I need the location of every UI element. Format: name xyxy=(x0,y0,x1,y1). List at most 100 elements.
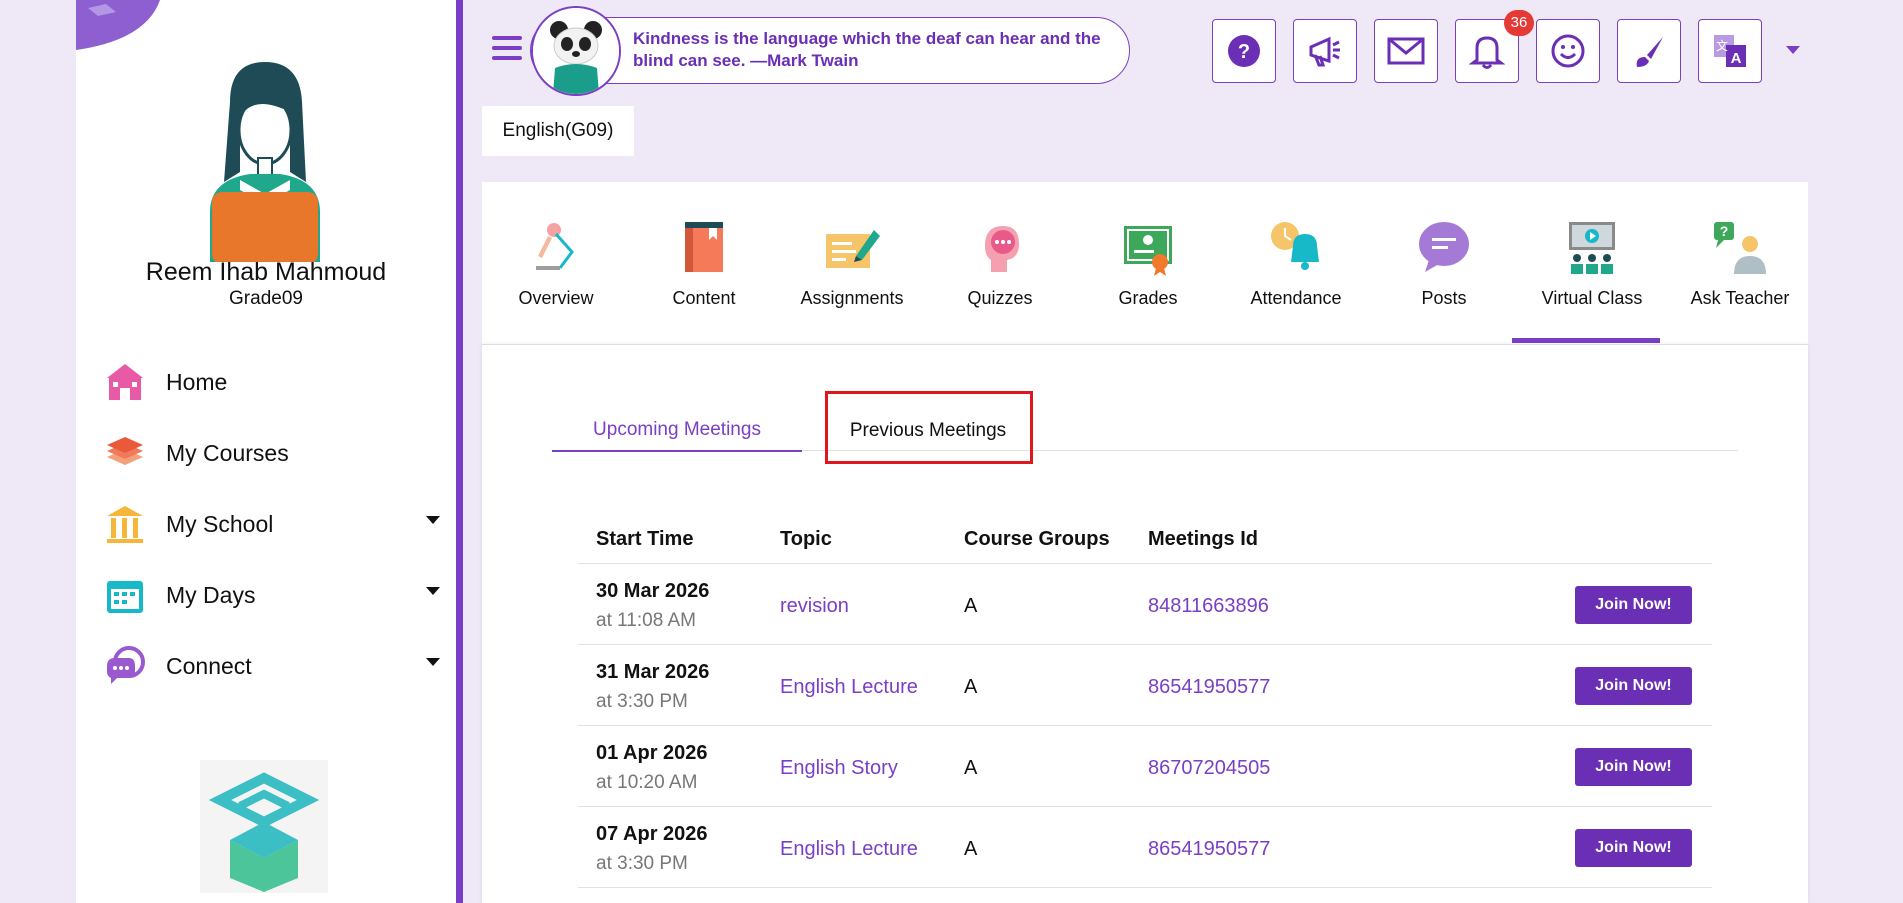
meeting-topic-link[interactable]: English Lecture xyxy=(780,838,918,861)
svg-text:?: ? xyxy=(1238,41,1250,63)
chevron-down-icon xyxy=(426,587,440,595)
sidebar-item-connect[interactable]: Connect xyxy=(100,639,440,693)
brush-icon xyxy=(1636,37,1663,67)
menu-toggle-button[interactable] xyxy=(492,36,522,62)
meeting-date: 31 Mar 2026 xyxy=(596,661,710,683)
translate-icon: A文 xyxy=(1714,35,1746,67)
tab-grades[interactable]: Grades xyxy=(1074,182,1222,344)
join-now-button[interactable]: Join Now! xyxy=(1575,667,1692,705)
virtual-class-icon xyxy=(1560,218,1624,278)
meeting-time: at 3:30 PM xyxy=(596,691,688,712)
meeting-topic-link[interactable]: English Story xyxy=(780,757,898,780)
overview-icon xyxy=(524,218,588,278)
tab-virtual-class[interactable]: Virtual Class xyxy=(1518,182,1666,344)
announcement-icon xyxy=(1309,36,1340,67)
tab-assignments[interactable]: Assignments xyxy=(778,182,926,344)
panda-mascot-icon xyxy=(531,6,621,96)
meeting-group: A xyxy=(964,757,978,779)
tab-overview[interactable]: Overview xyxy=(482,182,630,344)
course-selector[interactable]: English(G09) xyxy=(482,106,634,156)
tab-attendance[interactable]: Attendance xyxy=(1222,182,1370,344)
hamburger-icon xyxy=(492,36,522,40)
language-button[interactable]: A文 xyxy=(1698,19,1762,83)
column-header-meetings-id: Meetings Id xyxy=(1148,528,1259,550)
svg-text:?: ? xyxy=(1720,223,1729,239)
column-header-course-groups: Course Groups xyxy=(964,528,1110,550)
sidebar-item-my-school[interactable]: My School xyxy=(100,497,440,551)
notification-count-badge: 36 xyxy=(1504,10,1534,36)
meeting-id-link[interactable]: 86541950577 xyxy=(1148,676,1270,699)
sidebar-item-my-days[interactable]: My Days xyxy=(100,568,440,622)
smiley-icon xyxy=(1551,34,1585,68)
meeting-id-link[interactable]: 86541950577 xyxy=(1148,838,1270,861)
tab-label: Quizzes xyxy=(967,288,1033,308)
theme-button[interactable] xyxy=(1617,19,1681,83)
tab-posts[interactable]: Posts xyxy=(1370,182,1518,344)
join-now-button[interactable]: Join Now! xyxy=(1575,748,1692,786)
corner-logo-icon xyxy=(76,0,160,50)
tab-label: Overview xyxy=(518,288,594,308)
content-icon xyxy=(672,218,736,278)
courses-icon xyxy=(100,428,150,478)
row-divider xyxy=(578,563,1712,564)
assignments-icon xyxy=(820,218,884,278)
user-name: Reem Ihab Mahmoud xyxy=(145,258,387,286)
student-avatar xyxy=(210,62,320,262)
row-divider xyxy=(578,887,1712,888)
mood-button[interactable] xyxy=(1536,19,1600,83)
calendar-icon xyxy=(100,570,150,620)
help-icon: ? xyxy=(1228,35,1260,67)
active-tab-indicator xyxy=(1512,338,1660,343)
meeting-topic-link[interactable]: revision xyxy=(780,595,849,618)
meeting-topic-link[interactable]: English Lecture xyxy=(780,676,918,699)
sidebar-item-home[interactable]: Home xyxy=(100,355,440,409)
sidebar-border xyxy=(456,0,463,903)
bell-icon xyxy=(1469,36,1505,69)
tab-label: Attendance xyxy=(1250,288,1342,308)
join-now-button[interactable]: Join Now! xyxy=(1575,829,1692,867)
course-nav: Overview Content Assignments Quizzes Gra… xyxy=(482,182,1808,344)
grades-icon xyxy=(1116,218,1180,278)
meeting-time: at 11:08 AM xyxy=(596,610,696,631)
meeting-group: A xyxy=(964,676,978,698)
row-divider xyxy=(578,806,1712,807)
sidebar-item-label: Connect xyxy=(166,652,252,679)
announcements-button[interactable] xyxy=(1293,19,1357,83)
help-button[interactable]: ? xyxy=(1212,19,1276,83)
posts-icon xyxy=(1412,218,1476,278)
row-divider xyxy=(578,725,1712,726)
chevron-down-icon xyxy=(426,516,440,524)
column-header-topic: Topic xyxy=(780,528,832,550)
tab-quizzes[interactable]: Quizzes xyxy=(926,182,1074,344)
mail-icon xyxy=(1387,37,1425,65)
tab-content[interactable]: Content xyxy=(630,182,778,344)
school-logo-icon xyxy=(200,760,328,893)
meeting-id-link[interactable]: 84811663896 xyxy=(1148,595,1269,618)
svg-text:A: A xyxy=(1731,50,1742,67)
join-now-button[interactable]: Join Now! xyxy=(1575,586,1692,624)
quote-text: Kindness is the language which the deaf … xyxy=(633,29,1101,70)
connect-icon xyxy=(100,641,150,691)
tab-label: Grades xyxy=(1118,288,1178,308)
attendance-icon xyxy=(1264,218,1328,278)
messages-button[interactable] xyxy=(1374,19,1438,83)
tab-label: Posts xyxy=(1421,288,1467,308)
meeting-time: at 3:30 PM xyxy=(596,853,688,874)
chevron-down-icon[interactable] xyxy=(1786,46,1800,54)
sidebar-item-label: My School xyxy=(166,510,274,537)
row-divider xyxy=(578,644,1712,645)
tab-label: Virtual Class xyxy=(1541,288,1643,308)
meeting-time: at 10:20 AM xyxy=(596,772,698,793)
home-icon xyxy=(100,357,150,407)
meeting-date: 30 Mar 2026 xyxy=(596,580,710,602)
school-icon xyxy=(100,499,150,549)
meeting-group: A xyxy=(964,595,978,617)
sidebar-item-label: My Courses xyxy=(166,439,289,466)
meeting-id-link[interactable]: 86707204505 xyxy=(1148,757,1270,780)
meeting-date: 07 Apr 2026 xyxy=(596,823,708,845)
tab-ask-teacher[interactable]: ? Ask Teacher xyxy=(1666,182,1814,344)
tab-label: Content xyxy=(672,288,736,308)
sidebar-item-my-courses[interactable]: My Courses xyxy=(100,426,440,480)
sidebar-item-label: My Days xyxy=(166,581,256,608)
tab-upcoming-meetings[interactable]: Upcoming Meetings xyxy=(552,410,802,452)
